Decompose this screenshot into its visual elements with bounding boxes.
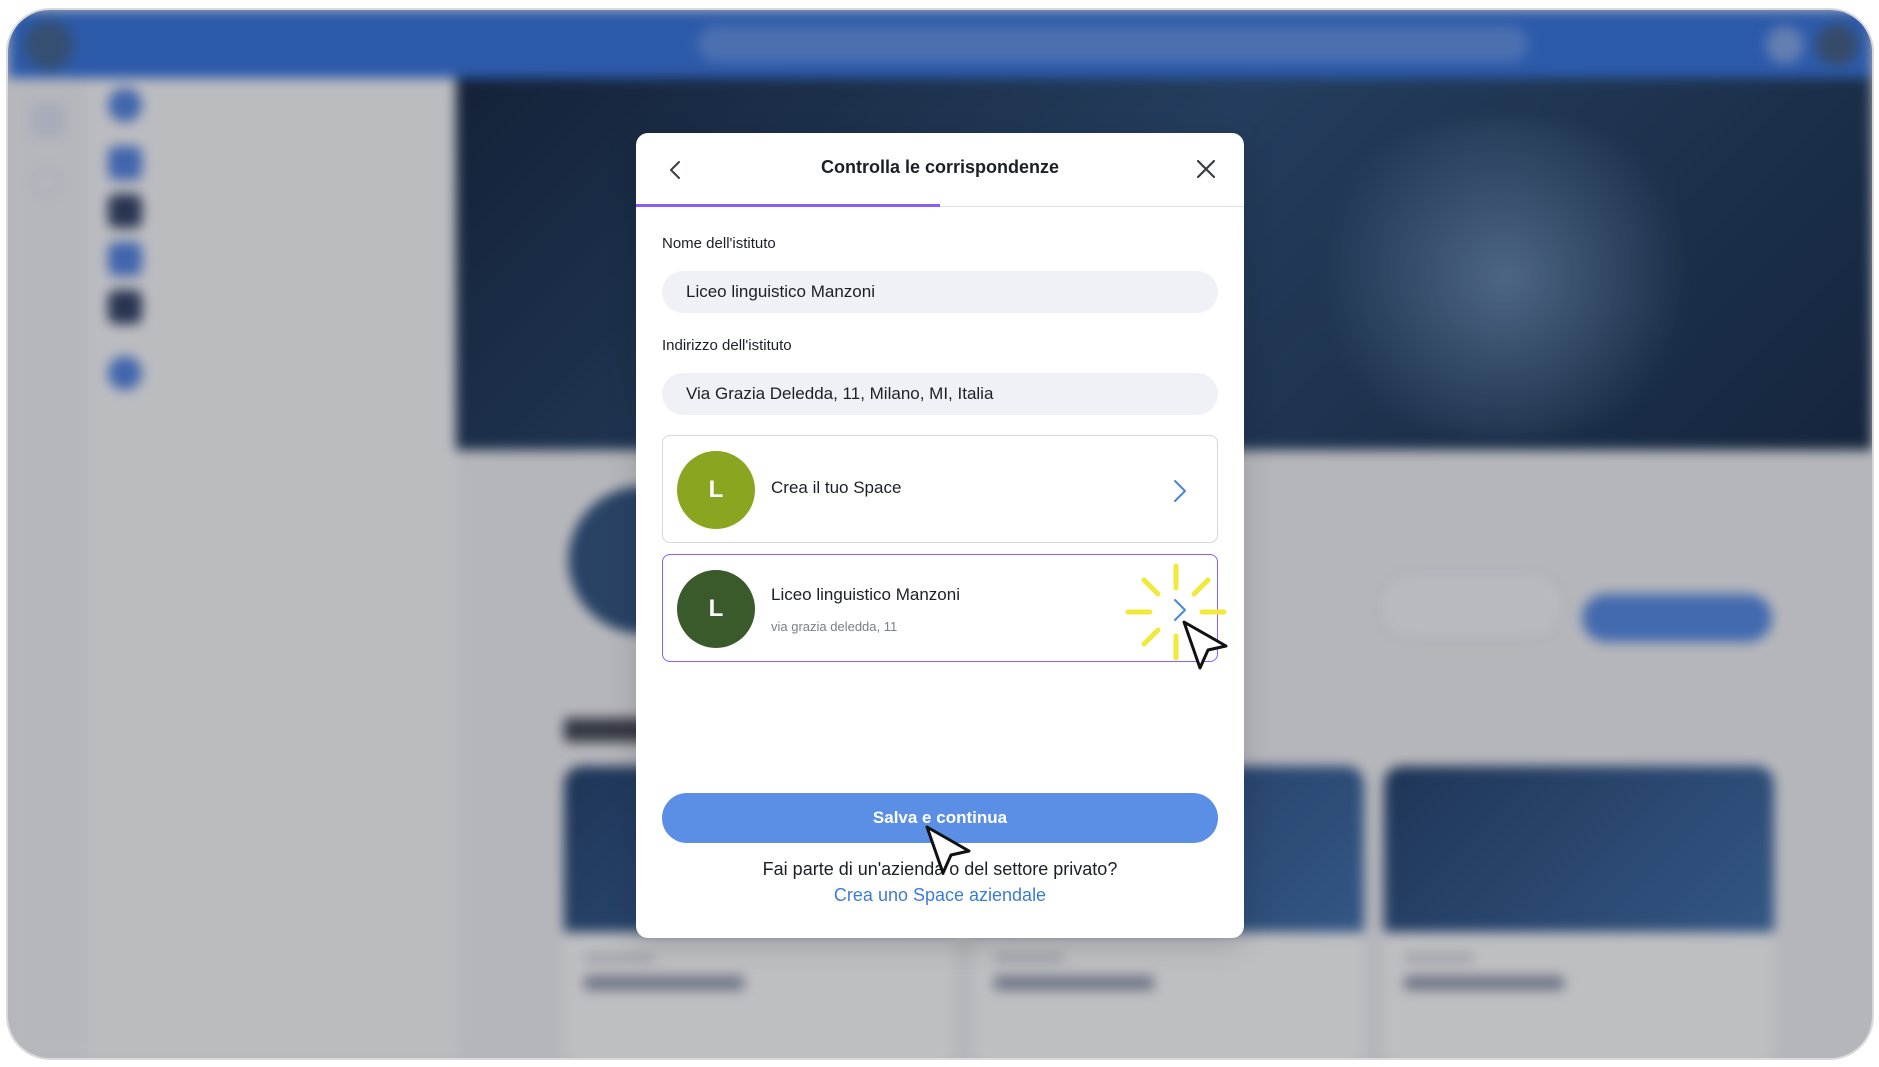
close-icon [1196,159,1216,179]
dialog-title: Controlla le corrispondenze [820,157,1060,177]
option-create-space[interactable]: L Crea il tuo Space [662,435,1218,543]
institute-name-label: Nome dell'istituto [662,235,776,252]
private-sector-question: Fai parte di un'azienda o del settore pr… [762,859,1118,879]
institute-address-label: Indirizzo dell'istituto [662,337,792,354]
option-liceo-manzoni[interactable]: L Liceo linguistico Manzoni via grazia d… [662,554,1218,662]
institute-address-input[interactable] [662,373,1218,415]
create-business-space-link[interactable]: Crea uno Space aziendale [636,885,1244,906]
save-continue-button[interactable]: Salva e continua [662,793,1218,843]
option-title: Liceo linguistico Manzoni [771,585,960,604]
close-button[interactable] [1192,155,1220,183]
option-title: Crea il tuo Space [771,478,902,497]
chevron-right-icon [1174,599,1186,621]
step-progress-bar [636,204,940,207]
chevron-right-icon [1174,480,1186,502]
option-avatar: L [677,451,755,529]
match-dialog: Controlla le corrispondenze Nome dell'is… [636,133,1244,938]
dialog-header: Controlla le corrispondenze [636,133,1244,207]
institute-name-input[interactable] [662,271,1218,313]
option-avatar: L [677,570,755,648]
option-subtitle: via grazia deledda, 11 [771,619,898,634]
